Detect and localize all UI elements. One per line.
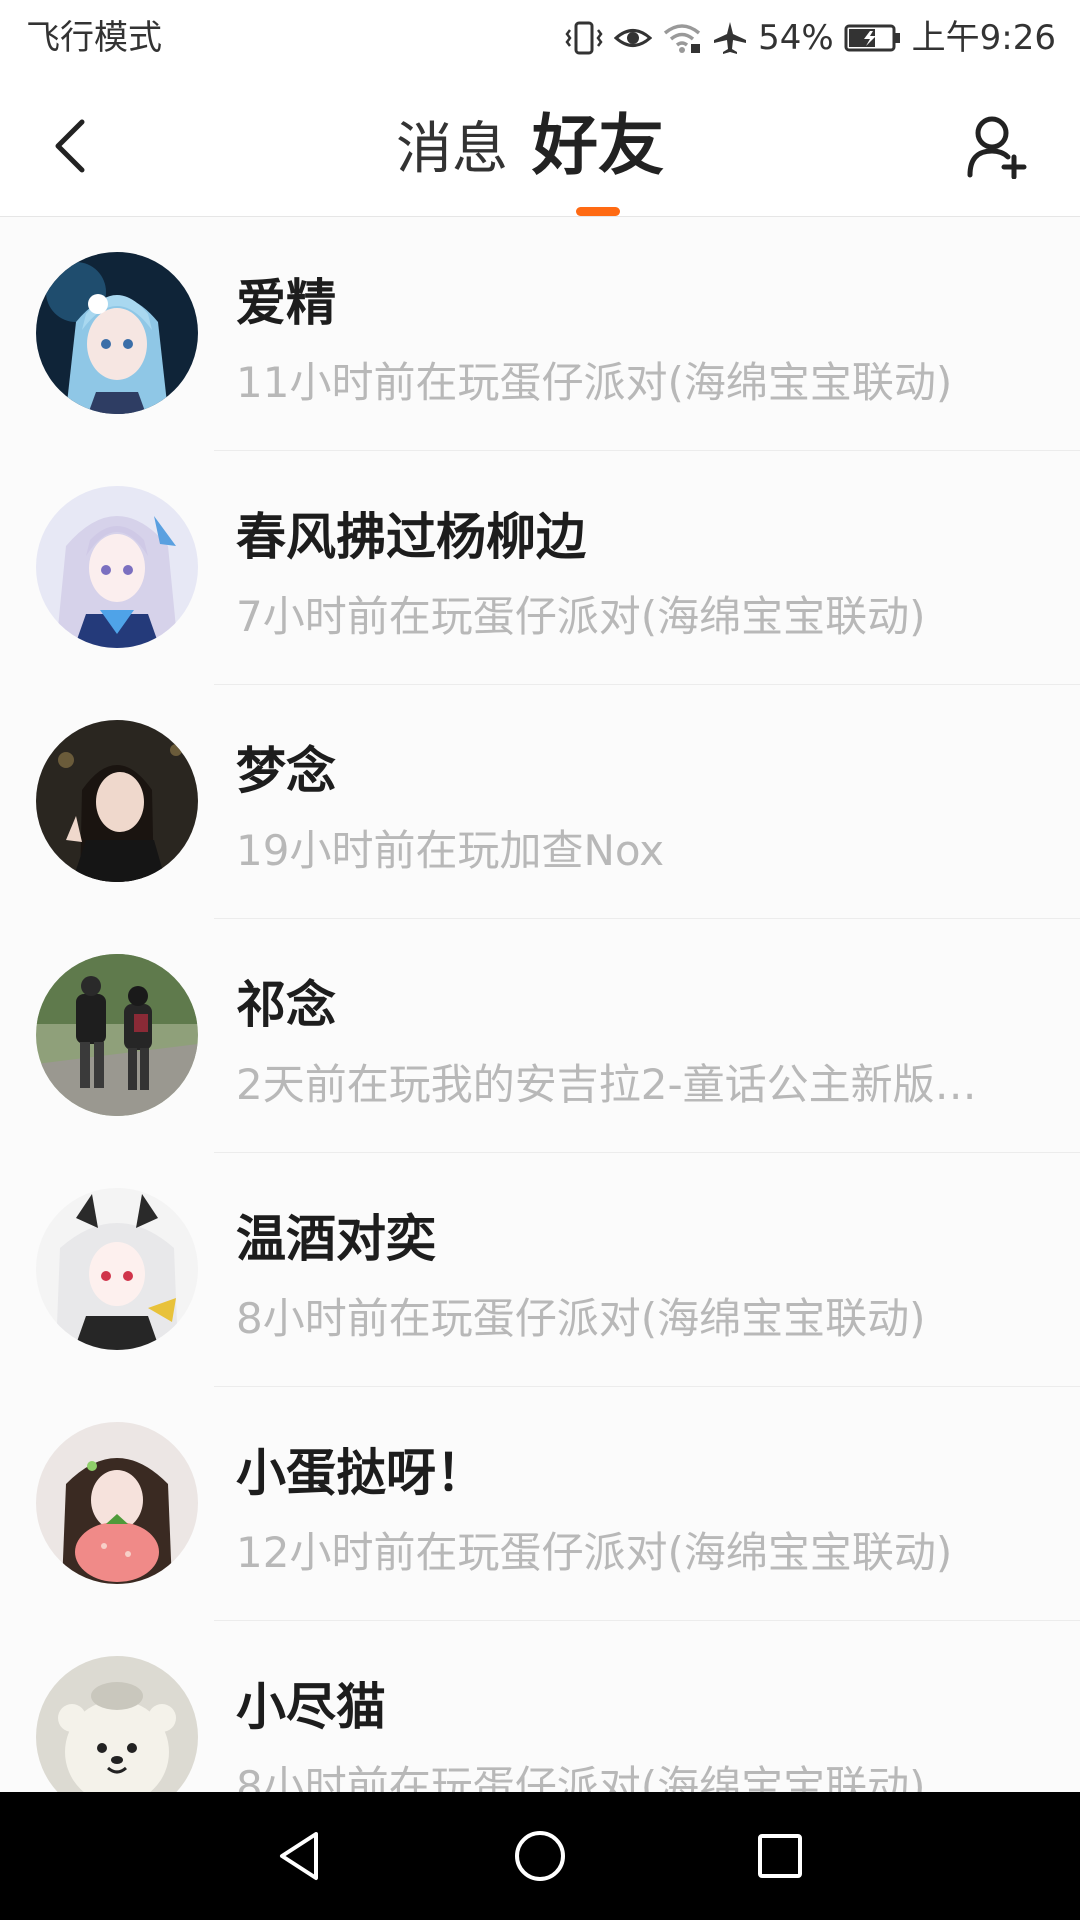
friend-row[interactable]: 祁念 2天前在玩我的安吉拉2-童话公主新版… [0, 919, 1080, 1153]
friend-name: 春风拂过杨柳边 [236, 508, 586, 566]
top-header: 消息 好友 [0, 76, 1080, 217]
friend-row[interactable]: 小蛋挞呀！ 12小时前在玩蛋仔派对(海绵宝宝联动) [0, 1387, 1080, 1621]
add-friend-button[interactable] [962, 110, 1034, 182]
tab-messages[interactable]: 消息 [396, 110, 508, 190]
airplane-icon [712, 20, 748, 56]
avatar[interactable] [36, 1188, 198, 1350]
nav-back-button[interactable] [260, 1816, 340, 1896]
friend-status: 12小时前在玩蛋仔派对(海绵宝宝联动) [236, 1528, 953, 1577]
active-tab-indicator [576, 207, 620, 216]
airplane-mode-label: 飞行模式 [26, 18, 162, 58]
friend-name: 爱精 [236, 274, 336, 332]
friend-row[interactable]: 爱精 11小时前在玩蛋仔派对(海绵宝宝联动) [0, 217, 1080, 451]
status-icons: 54% 上午9:26 [564, 14, 1056, 62]
tab-friends[interactable]: 好友 [532, 106, 664, 216]
friend-name: 祁念 [236, 976, 336, 1034]
clock-time: 上午9:26 [911, 18, 1056, 58]
friend-status: 8小时前在玩蛋仔派对(海绵宝宝联动) [236, 1294, 926, 1343]
add-user-icon [967, 116, 1027, 179]
triangle-back-icon [280, 1832, 318, 1880]
nav-recent-button[interactable] [740, 1816, 820, 1896]
avatar[interactable] [36, 1656, 198, 1792]
friend-status: 2天前在玩我的安吉拉2-童话公主新版… [236, 1060, 977, 1109]
circle-home-icon [515, 1831, 565, 1881]
friends-screen: 飞行模式 54% 上午9:26 消息 好友 爱精 11小时前在玩蛋仔派对(海绵宝… [0, 0, 1080, 1920]
friend-name: 小尽猫 [236, 1678, 386, 1736]
avatar[interactable] [36, 486, 198, 648]
avatar[interactable] [36, 1422, 198, 1584]
friend-row[interactable]: 梦念 19小时前在玩加查Nox [0, 685, 1080, 919]
friend-status: 19小时前在玩加查Nox [236, 826, 665, 875]
avatar[interactable] [36, 954, 198, 1116]
status-bar: 飞行模式 54% 上午9:26 [0, 0, 1080, 76]
battery-icon [844, 23, 902, 53]
vibrate-icon [564, 20, 604, 56]
avatar[interactable] [36, 720, 198, 882]
friend-status: 11小时前在玩蛋仔派对(海绵宝宝联动) [236, 358, 953, 407]
square-recent-icon [758, 1834, 802, 1878]
friend-name: 小蛋挞呀！ [236, 1444, 486, 1502]
tab-bar: 消息 好友 [0, 106, 1080, 216]
friend-status: 7小时前在玩蛋仔派对(海绵宝宝联动) [236, 592, 926, 641]
friend-row[interactable]: 春风拂过杨柳边 7小时前在玩蛋仔派对(海绵宝宝联动) [0, 451, 1080, 685]
friend-row[interactable]: 小尽猫 8小时前在玩蛋仔派对(海绵宝宝联动) [0, 1621, 1080, 1792]
wifi-icon [662, 22, 702, 54]
friend-list[interactable]: 爱精 11小时前在玩蛋仔派对(海绵宝宝联动) 春风拂过杨柳边 7小时前在玩蛋仔派… [0, 217, 1080, 1792]
eye-icon [614, 23, 653, 53]
nav-home-button[interactable] [500, 1816, 580, 1896]
tab-friends-label: 好友 [532, 107, 664, 184]
battery-percent: 54% [758, 18, 834, 58]
friend-row[interactable]: 温酒对奕 8小时前在玩蛋仔派对(海绵宝宝联动) [0, 1153, 1080, 1387]
friend-status: 8小时前在玩蛋仔派对(海绵宝宝联动) [236, 1762, 926, 1792]
friend-name: 温酒对奕 [236, 1210, 436, 1268]
friend-name: 梦念 [236, 742, 336, 800]
system-nav-bar [0, 1792, 1080, 1920]
avatar[interactable] [36, 252, 198, 414]
